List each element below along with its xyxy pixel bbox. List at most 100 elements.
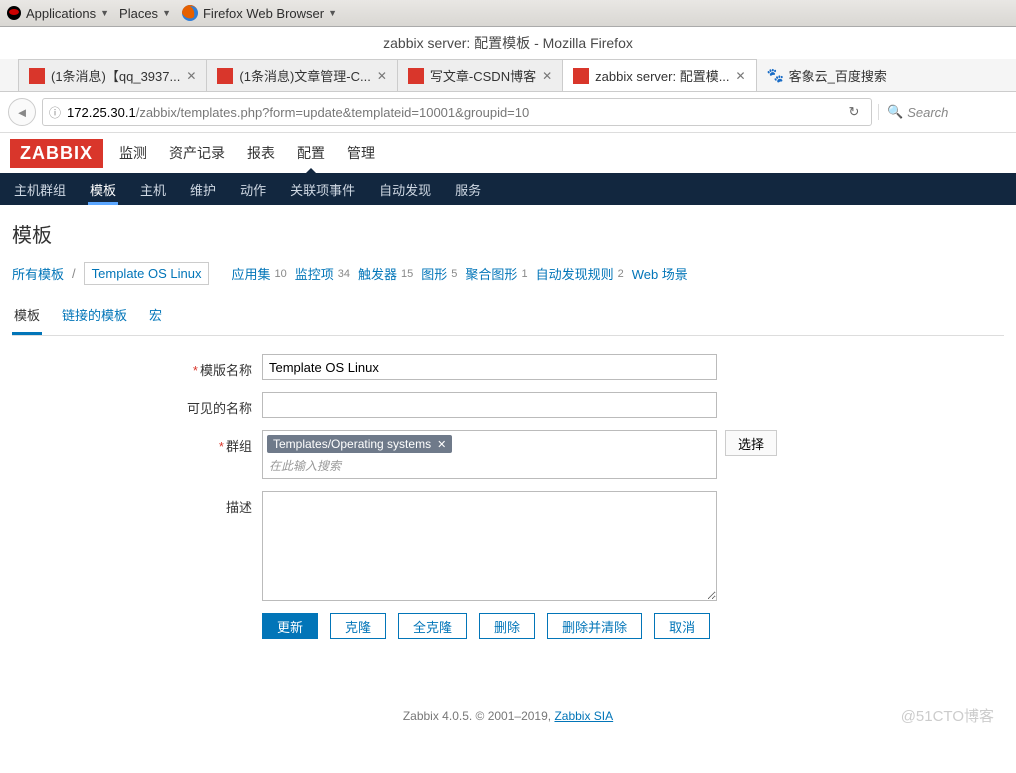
groups-placeholder: 在此输入搜索 (267, 455, 712, 474)
nav-administration[interactable]: 管理 (345, 133, 377, 173)
url-input[interactable]: ⓘ 172.25.30.1/zabbix/templates.php?form=… (42, 98, 872, 126)
chevron-down-icon: ▼ (162, 8, 171, 18)
baidu-icon: 🐾 (767, 67, 783, 83)
firefox-menu[interactable]: Firefox Web Browser ▼ (181, 4, 337, 22)
breadcrumb-current[interactable]: Template OS Linux (84, 262, 210, 285)
subnav-correlation[interactable]: 关联项事件 (288, 174, 357, 205)
info-icon[interactable]: ⓘ (49, 104, 61, 121)
groups-label: *群组 (182, 430, 262, 455)
description-label: 描述 (182, 491, 262, 516)
remove-tag-icon[interactable]: ✕ (437, 438, 446, 451)
tab-template[interactable]: 模板 (12, 299, 42, 335)
browser-tab[interactable]: 写文章-CSDN博客 ✕ (397, 59, 563, 91)
search-placeholder: Search (907, 105, 948, 120)
breadcrumb-separator: / (72, 266, 76, 281)
page-title: 模板 (12, 219, 1004, 248)
breadcrumb-applications[interactable]: 应用集 (231, 264, 270, 283)
form-tabs: 模板 链接的模板 宏 (12, 299, 1004, 336)
csdn-icon (408, 68, 424, 84)
footer-text: Zabbix 4.0.5. © 2001–2019, (403, 709, 555, 723)
reload-icon[interactable]: ↻ (843, 101, 865, 123)
update-button[interactable]: 更新 (262, 613, 318, 639)
breadcrumb-items[interactable]: 监控项 (295, 264, 334, 283)
subnav-maintenance[interactable]: 维护 (188, 174, 218, 205)
browser-tab[interactable]: (1条消息)【qq_3937... ✕ (18, 59, 207, 91)
tab-linked[interactable]: 链接的模板 (60, 299, 129, 335)
redhat-icon (6, 5, 22, 21)
csdn-icon (29, 68, 45, 84)
form-buttons: 更新 克隆 全克隆 删除 删除并清除 取消 (262, 613, 1004, 639)
zabbix-header: ZABBIX 监测 资产记录 报表 配置 管理 (0, 133, 1016, 173)
close-icon[interactable]: ✕ (377, 69, 387, 83)
template-form: *模版名称 可见的名称 *群组 Templates/Operating syst… (182, 354, 1004, 639)
firefox-icon (181, 4, 199, 22)
csdn-icon (217, 68, 233, 84)
subnav-discovery[interactable]: 自动发现 (377, 174, 433, 205)
visible-name-input[interactable] (262, 392, 717, 418)
window-title: zabbix server: 配置模板 - Mozilla Firefox (0, 27, 1016, 59)
tab-label: 写文章-CSDN博客 (430, 66, 536, 85)
template-name-label: *模版名称 (182, 354, 262, 379)
visible-name-label: 可见的名称 (182, 392, 262, 417)
breadcrumb: 所有模板 / Template OS Linux 应用集10 监控项34 触发器… (12, 262, 1004, 285)
close-icon[interactable]: ✕ (542, 69, 552, 83)
cancel-button[interactable]: 取消 (654, 613, 710, 639)
places-label: Places (119, 6, 158, 21)
url-bar: ◄ ⓘ 172.25.30.1/zabbix/templates.php?for… (0, 92, 1016, 133)
footer-link[interactable]: Zabbix SIA (554, 709, 613, 723)
chevron-down-icon: ▼ (100, 8, 109, 18)
browser-tabs-bar: (1条消息)【qq_3937... ✕ (1条消息)文章管理-C... ✕ 写文… (0, 59, 1016, 92)
applications-label: Applications (26, 6, 96, 21)
clone-button[interactable]: 克隆 (330, 613, 386, 639)
places-menu[interactable]: Places ▼ (119, 6, 171, 21)
subnav-hosts[interactable]: 主机 (138, 174, 168, 205)
nav-configuration[interactable]: 配置 (295, 133, 327, 173)
breadcrumb-screens[interactable]: 聚合图形 (465, 264, 517, 283)
sub-nav: 主机群组 模板 主机 维护 动作 关联项事件 自动发现 服务 (0, 173, 1016, 205)
template-name-input[interactable] (262, 354, 717, 380)
breadcrumb-graphs[interactable]: 图形 (421, 264, 447, 283)
tab-label: zabbix server: 配置模... (595, 66, 729, 85)
zabbix-icon (573, 68, 589, 84)
breadcrumb-web[interactable]: Web 场景 (632, 264, 688, 283)
tab-label: 客象云_百度搜索 (789, 66, 887, 85)
nav-inventory[interactable]: 资产记录 (167, 133, 227, 173)
subnav-hostgroups[interactable]: 主机群组 (12, 174, 68, 205)
search-icon: 🔍 (887, 104, 903, 120)
close-icon[interactable]: ✕ (736, 69, 746, 83)
zabbix-logo[interactable]: ZABBIX (10, 139, 103, 168)
delete-button[interactable]: 删除 (479, 613, 535, 639)
tab-label: (1条消息)文章管理-C... (239, 66, 370, 85)
back-button[interactable]: ◄ (8, 98, 36, 126)
applications-menu[interactable]: Applications ▼ (6, 5, 109, 21)
breadcrumb-discovery-rules[interactable]: 自动发现规则 (536, 264, 614, 283)
nav-reports[interactable]: 报表 (245, 133, 277, 173)
url-text: 172.25.30.1/zabbix/templates.php?form=up… (67, 105, 843, 120)
nav-monitoring[interactable]: 监测 (117, 133, 149, 173)
group-tag: Templates/Operating systems ✕ (267, 435, 452, 453)
tab-label: (1条消息)【qq_3937... (51, 66, 180, 85)
search-input[interactable]: 🔍 Search (878, 104, 1008, 120)
firefox-label: Firefox Web Browser (203, 6, 324, 21)
delete-clear-button[interactable]: 删除并清除 (547, 613, 642, 639)
browser-tab[interactable]: (1条消息)文章管理-C... ✕ (206, 59, 398, 91)
subnav-templates[interactable]: 模板 (88, 174, 118, 205)
close-icon[interactable]: ✕ (186, 69, 196, 83)
breadcrumb-triggers[interactable]: 触发器 (358, 264, 397, 283)
watermark: @51CTO博客 (901, 705, 994, 726)
main-nav: 监测 资产记录 报表 配置 管理 (117, 133, 377, 173)
desktop-top-bar: Applications ▼ Places ▼ Firefox Web Brow… (0, 0, 1016, 27)
breadcrumb-all-templates[interactable]: 所有模板 (12, 264, 64, 283)
fullclone-button[interactable]: 全克隆 (398, 613, 467, 639)
browser-tab[interactable]: 🐾 客象云_百度搜索 (756, 59, 897, 91)
footer: Zabbix 4.0.5. © 2001–2019, Zabbix SIA @5… (12, 699, 1004, 753)
browser-tab[interactable]: zabbix server: 配置模... ✕ (562, 59, 756, 91)
select-button[interactable]: 选择 (725, 430, 777, 456)
groups-multiselect[interactable]: Templates/Operating systems ✕ 在此输入搜索 (262, 430, 717, 479)
description-textarea[interactable] (262, 491, 717, 601)
subnav-actions[interactable]: 动作 (238, 174, 268, 205)
subnav-services[interactable]: 服务 (453, 174, 483, 205)
page-content: 模板 所有模板 / Template OS Linux 应用集10 监控项34 … (0, 205, 1016, 773)
tab-macros[interactable]: 宏 (147, 299, 164, 335)
chevron-down-icon: ▼ (328, 8, 337, 18)
